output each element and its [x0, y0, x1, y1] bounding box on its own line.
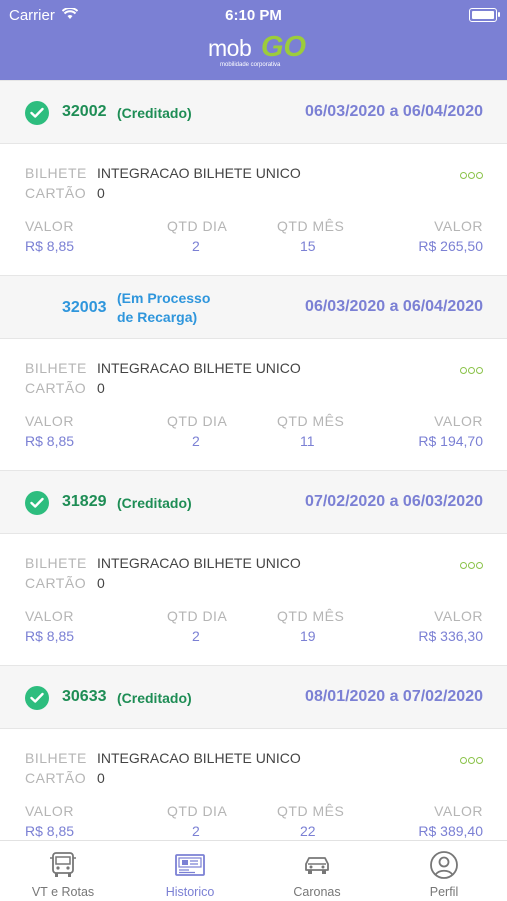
qtd-dia-label: QTD DIA: [167, 803, 228, 819]
valor-value: R$ 8,85: [25, 823, 75, 839]
valor-total-value: R$ 265,50: [418, 238, 483, 254]
record-id: 32003: [62, 299, 107, 316]
record-header[interactable]: 31829 (Creditado) 07/02/2020 a 06/03/202…: [0, 470, 507, 534]
qtd-mes-label: QTD MÊS: [277, 803, 345, 819]
valor-total-label: VALOR: [434, 608, 483, 624]
record-id: 30633: [62, 688, 107, 705]
bilhete-value: INTEGRACAO BILHETE UNICO: [97, 750, 301, 766]
valor-total-value: R$ 389,40: [418, 823, 483, 839]
valor-label: VALOR: [25, 803, 74, 819]
record-status: (Em Processo de Recarga): [117, 290, 211, 325]
cartao-label: CARTÃO: [25, 185, 87, 201]
tab-label: VT e Rotas: [31, 885, 95, 899]
valor-value: R$ 8,85: [25, 433, 75, 449]
qtd-mes-value: 15: [300, 238, 316, 254]
record-id: 31829: [62, 493, 107, 510]
qtd-mes-value: 19: [300, 628, 316, 644]
bilhete-label: BILHETE: [25, 165, 87, 181]
record-status: (Creditado): [117, 495, 192, 511]
more-options-icon[interactable]: [459, 361, 483, 374]
record-dates: 07/02/2020 a 06/03/2020: [305, 493, 483, 510]
tab-label: Caronas: [293, 885, 341, 899]
cartao-value: 0: [97, 380, 105, 396]
ticket-card[interactable]: BILHETE INTEGRACAO BILHETE UNICO CARTÃO …: [0, 534, 507, 665]
bus-icon: [50, 852, 76, 877]
tab-vt-rotas[interactable]: VT e Rotas: [0, 841, 126, 901]
qtd-mes-label: QTD MÊS: [277, 608, 345, 624]
mobgo-logo: mob GO mobilidade corporativa: [208, 31, 307, 68]
cartao-label: CARTÃO: [25, 380, 87, 396]
bilhete-value: INTEGRACAO BILHETE UNICO: [97, 165, 301, 181]
valor-total-value: R$ 336,30: [418, 628, 483, 644]
status-bar: Carrier 6:10 PM: [0, 5, 507, 25]
cartao-value: 0: [97, 575, 105, 591]
record-status: (Creditado): [117, 105, 192, 121]
qtd-dia-label: QTD DIA: [167, 218, 228, 234]
clock: 6:10 PM: [225, 7, 282, 24]
valor-total-value: R$ 194,70: [418, 433, 483, 449]
qtd-dia-value: 2: [192, 238, 200, 254]
bilhete-value: INTEGRACAO BILHETE UNICO: [97, 360, 301, 376]
cartao-label: CARTÃO: [25, 575, 87, 591]
history-list[interactable]: 32002 (Creditado) 06/03/2020 a 06/04/202…: [0, 80, 507, 840]
battery-icon: [469, 8, 500, 22]
valor-total-label: VALOR: [434, 803, 483, 819]
user-icon: [430, 851, 458, 879]
qtd-dia-label: QTD DIA: [167, 413, 228, 429]
tab-bar: VT e Rotas Historico Caronas Perfil: [0, 840, 507, 901]
cartao-value: 0: [97, 770, 105, 786]
tab-historico[interactable]: Historico: [127, 841, 253, 901]
more-options-icon[interactable]: [459, 166, 483, 179]
record-dates: 08/01/2020 a 07/02/2020: [305, 688, 483, 705]
qtd-dia-value: 2: [192, 823, 200, 839]
cartao-label: CARTÃO: [25, 770, 87, 786]
qtd-dia-value: 2: [192, 628, 200, 644]
record-status: (Creditado): [117, 690, 192, 706]
ticket-card[interactable]: BILHETE INTEGRACAO BILHETE UNICO CARTÃO …: [0, 339, 507, 470]
bilhete-value: INTEGRACAO BILHETE UNICO: [97, 555, 301, 571]
tab-perfil[interactable]: Perfil: [381, 841, 507, 901]
qtd-mes-value: 11: [300, 433, 315, 449]
bilhete-label: BILHETE: [25, 360, 87, 376]
more-options-icon[interactable]: [459, 556, 483, 569]
more-options-icon[interactable]: [459, 751, 483, 764]
ticket-icon: [175, 854, 205, 876]
record-id: 32002: [62, 103, 107, 120]
valor-label: VALOR: [25, 413, 74, 429]
car-icon: [305, 857, 329, 874]
valor-total-label: VALOR: [434, 413, 483, 429]
qtd-mes-value: 22: [300, 823, 316, 839]
ticket-card[interactable]: BILHETE INTEGRACAO BILHETE UNICO CARTÃO …: [0, 144, 507, 275]
record-dates: 06/03/2020 a 06/04/2020: [305, 298, 483, 315]
valor-label: VALOR: [25, 218, 74, 234]
valor-label: VALOR: [25, 608, 74, 624]
record-header[interactable]: 32003 (Em Processo de Recarga) 06/03/202…: [0, 275, 507, 339]
cartao-value: 0: [97, 185, 105, 201]
valor-total-label: VALOR: [434, 218, 483, 234]
bilhete-label: BILHETE: [25, 555, 87, 571]
record-header[interactable]: 32002 (Creditado) 06/03/2020 a 06/04/202…: [0, 80, 507, 144]
check-icon: [25, 101, 49, 125]
tab-label: Perfil: [429, 885, 459, 899]
check-icon: [25, 686, 49, 710]
qtd-mes-label: QTD MÊS: [277, 413, 345, 429]
app-header: Carrier 6:10 PM mob GO mobilidade corpor…: [0, 0, 507, 80]
tab-caronas[interactable]: Caronas: [254, 841, 380, 901]
qtd-dia-label: QTD DIA: [167, 608, 228, 624]
bilhete-label: BILHETE: [25, 750, 87, 766]
record-header[interactable]: 30633 (Creditado) 08/01/2020 a 07/02/202…: [0, 665, 507, 729]
valor-value: R$ 8,85: [25, 628, 75, 644]
ticket-card[interactable]: BILHETE INTEGRACAO BILHETE UNICO CARTÃO …: [0, 729, 507, 840]
valor-value: R$ 8,85: [25, 238, 75, 254]
check-icon: [25, 491, 49, 515]
tab-label: Historico: [165, 885, 215, 899]
record-dates: 06/03/2020 a 06/04/2020: [305, 103, 483, 120]
qtd-mes-label: QTD MÊS: [277, 218, 345, 234]
qtd-dia-value: 2: [192, 433, 200, 449]
